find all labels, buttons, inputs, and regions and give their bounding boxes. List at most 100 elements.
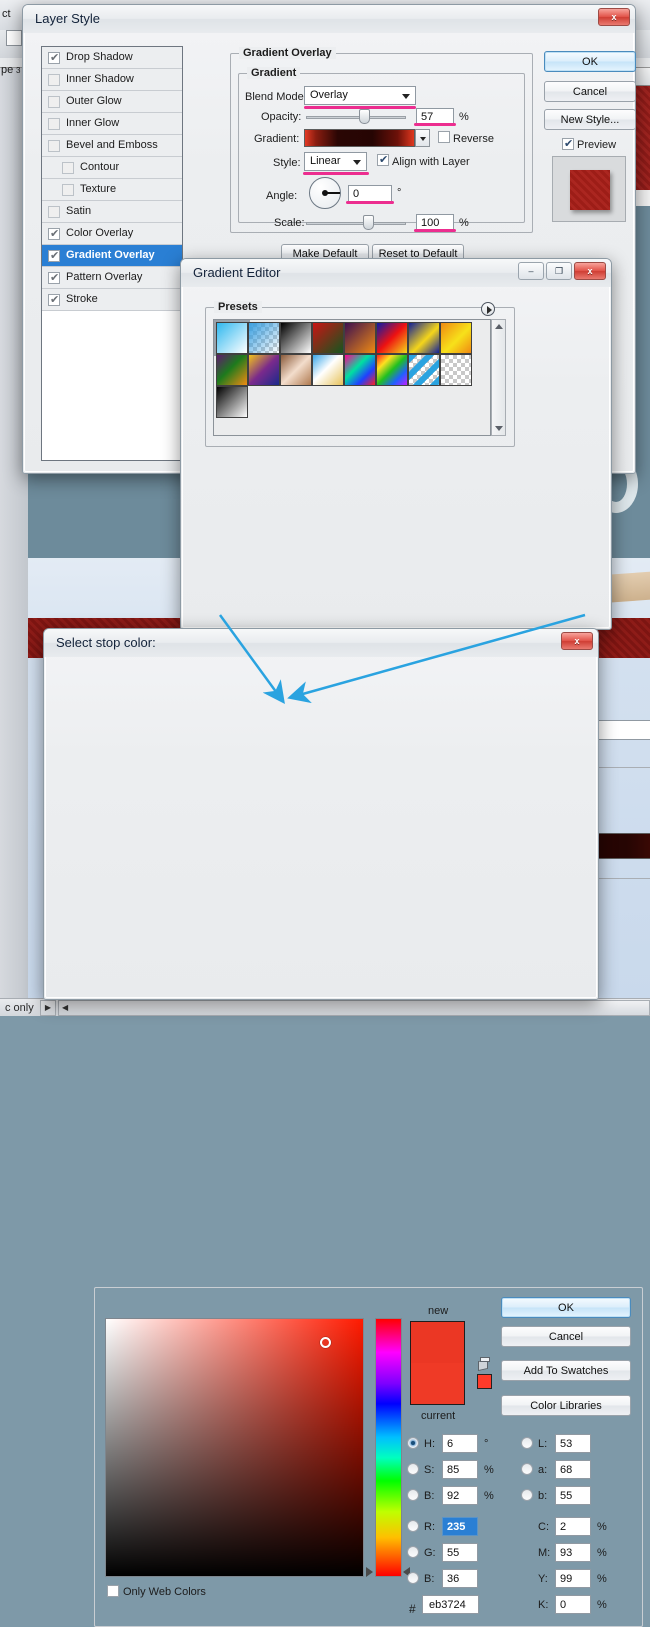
- input-b2[interactable]: 36: [442, 1569, 478, 1588]
- only-web-colors-checkbox[interactable]: [107, 1585, 119, 1597]
- input-c[interactable]: 2: [555, 1517, 591, 1536]
- presets-panel[interactable]: [213, 319, 491, 436]
- radio-b[interactable]: [407, 1489, 419, 1501]
- opacity-slider-track[interactable]: [306, 116, 406, 119]
- gradient-preset-5[interactable]: [344, 322, 376, 354]
- effect-checkbox[interactable]: [48, 74, 60, 86]
- radio-b[interactable]: [521, 1489, 533, 1501]
- effect-row-contour[interactable]: Contour: [42, 157, 182, 179]
- gradient-preset-13[interactable]: [344, 354, 376, 386]
- input-h[interactable]: 6: [442, 1434, 478, 1453]
- effect-row-inner-shadow[interactable]: Inner Shadow: [42, 69, 182, 91]
- gradient-preset-7[interactable]: [408, 322, 440, 354]
- angle-input[interactable]: 0: [348, 185, 392, 202]
- effect-row-drop-shadow[interactable]: Drop Shadow: [42, 47, 182, 69]
- presets-scrollbar[interactable]: [491, 319, 506, 436]
- add-to-swatches-button[interactable]: Add To Swatches: [501, 1360, 631, 1381]
- hue-slider[interactable]: [375, 1318, 402, 1577]
- effect-checkbox[interactable]: [48, 249, 60, 262]
- blend-mode-select[interactable]: Overlay: [304, 86, 416, 105]
- close-icon[interactable]: x: [561, 632, 593, 650]
- stop-color-ok-button[interactable]: OK: [501, 1297, 631, 1318]
- input-s[interactable]: 85: [442, 1460, 478, 1479]
- options-input-box[interactable]: [6, 30, 22, 46]
- angle-dial[interactable]: [309, 177, 341, 209]
- effect-row-pattern-overlay[interactable]: Pattern Overlay: [42, 267, 182, 289]
- radio-a[interactable]: [521, 1463, 533, 1475]
- hex-input[interactable]: eb3724: [422, 1595, 479, 1614]
- effect-checkbox[interactable]: [48, 293, 60, 306]
- out-of-gamut-cube-icon[interactable]: [478, 1357, 492, 1372]
- effect-checkbox[interactable]: [48, 271, 60, 284]
- effect-checkbox[interactable]: [62, 184, 74, 196]
- reverse-checkbox[interactable]: [438, 131, 450, 143]
- effect-row-satin[interactable]: Satin: [42, 201, 182, 223]
- effect-row-gradient-overlay[interactable]: Gradient Overlay: [42, 245, 182, 267]
- effect-checkbox[interactable]: [62, 162, 74, 174]
- horizontal-scrollbar[interactable]: ◀: [58, 1000, 650, 1016]
- radio-r[interactable]: [407, 1520, 419, 1532]
- maximize-icon[interactable]: ❐: [546, 262, 572, 280]
- effect-checkbox[interactable]: [48, 206, 60, 218]
- gradient-preset-6[interactable]: [376, 322, 408, 354]
- gamut-alternate-swatch[interactable]: [477, 1374, 492, 1389]
- gradient-preset-10[interactable]: [248, 354, 280, 386]
- presets-menu-icon[interactable]: [481, 302, 495, 316]
- effect-row-bevel-and-emboss[interactable]: Bevel and Emboss: [42, 135, 182, 157]
- effect-row-inner-glow[interactable]: Inner Glow: [42, 113, 182, 135]
- effect-row-texture[interactable]: Texture: [42, 179, 182, 201]
- input-g[interactable]: 55: [442, 1543, 478, 1562]
- gradient-editor-titlebar[interactable]: Gradient Editor – ❐ x: [181, 259, 611, 287]
- input-y[interactable]: 99: [555, 1569, 591, 1588]
- gradient-preview-swatch[interactable]: [304, 129, 415, 147]
- gradient-preset-16[interactable]: [440, 354, 472, 386]
- scroll-up-icon[interactable]: [495, 324, 503, 329]
- input-l[interactable]: 53: [555, 1434, 591, 1453]
- hue-slider-marker-left[interactable]: [366, 1567, 373, 1577]
- effect-row-outer-glow[interactable]: Outer Glow: [42, 91, 182, 113]
- effect-checkbox[interactable]: [48, 51, 60, 64]
- radio-g[interactable]: [407, 1546, 419, 1558]
- input-k[interactable]: 0: [555, 1595, 591, 1614]
- gradient-preset-17[interactable]: [216, 386, 248, 418]
- align-with-layer-checkbox[interactable]: [377, 153, 389, 166]
- gradient-preset-1[interactable]: [216, 322, 248, 354]
- gradient-preset-9[interactable]: [216, 354, 248, 386]
- effect-checkbox[interactable]: [48, 118, 60, 130]
- gradient-preset-14[interactable]: [376, 354, 408, 386]
- gradient-preset-2[interactable]: [248, 322, 280, 354]
- close-icon[interactable]: x: [598, 8, 630, 26]
- color-field-cursor[interactable]: [320, 1337, 331, 1348]
- layer-style-ok-button[interactable]: OK: [544, 51, 636, 72]
- gradient-preset-12[interactable]: [312, 354, 344, 386]
- radio-s[interactable]: [407, 1463, 419, 1475]
- effect-checkbox[interactable]: [48, 140, 60, 152]
- preview-checkbox[interactable]: [562, 137, 574, 150]
- input-m[interactable]: 93: [555, 1543, 591, 1562]
- saturation-brightness-field[interactable]: [105, 1318, 364, 1577]
- gradient-dropdown-button[interactable]: [415, 129, 430, 147]
- effect-row-color-overlay[interactable]: Color Overlay: [42, 223, 182, 245]
- radio-b2[interactable]: [407, 1572, 419, 1584]
- layer-style-cancel-button[interactable]: Cancel: [544, 81, 636, 102]
- effect-row-stroke[interactable]: Stroke: [42, 289, 182, 311]
- scroll-right-arrow[interactable]: ▶: [40, 1000, 56, 1016]
- scale-slider-knob[interactable]: [363, 215, 374, 230]
- effect-checkbox[interactable]: [48, 227, 60, 240]
- scale-slider-track[interactable]: [306, 222, 406, 225]
- radio-l[interactable]: [521, 1437, 533, 1449]
- minimize-icon[interactable]: –: [518, 262, 544, 280]
- input-a[interactable]: 68: [555, 1460, 591, 1479]
- stop-color-titlebar[interactable]: Select stop color: x: [44, 629, 598, 657]
- radio-h[interactable]: [407, 1437, 419, 1449]
- scroll-down-icon[interactable]: [495, 426, 503, 431]
- gradient-preset-3[interactable]: [280, 322, 312, 354]
- input-b[interactable]: 55: [555, 1486, 591, 1505]
- color-libraries-button[interactable]: Color Libraries: [501, 1395, 631, 1416]
- gradient-preset-4[interactable]: [312, 322, 344, 354]
- layer-style-titlebar[interactable]: Layer Style x: [23, 5, 635, 33]
- new-style-button[interactable]: New Style...: [544, 109, 636, 130]
- close-icon[interactable]: x: [574, 262, 606, 280]
- gradient-preset-8[interactable]: [440, 322, 472, 354]
- opacity-slider-knob[interactable]: [359, 109, 370, 124]
